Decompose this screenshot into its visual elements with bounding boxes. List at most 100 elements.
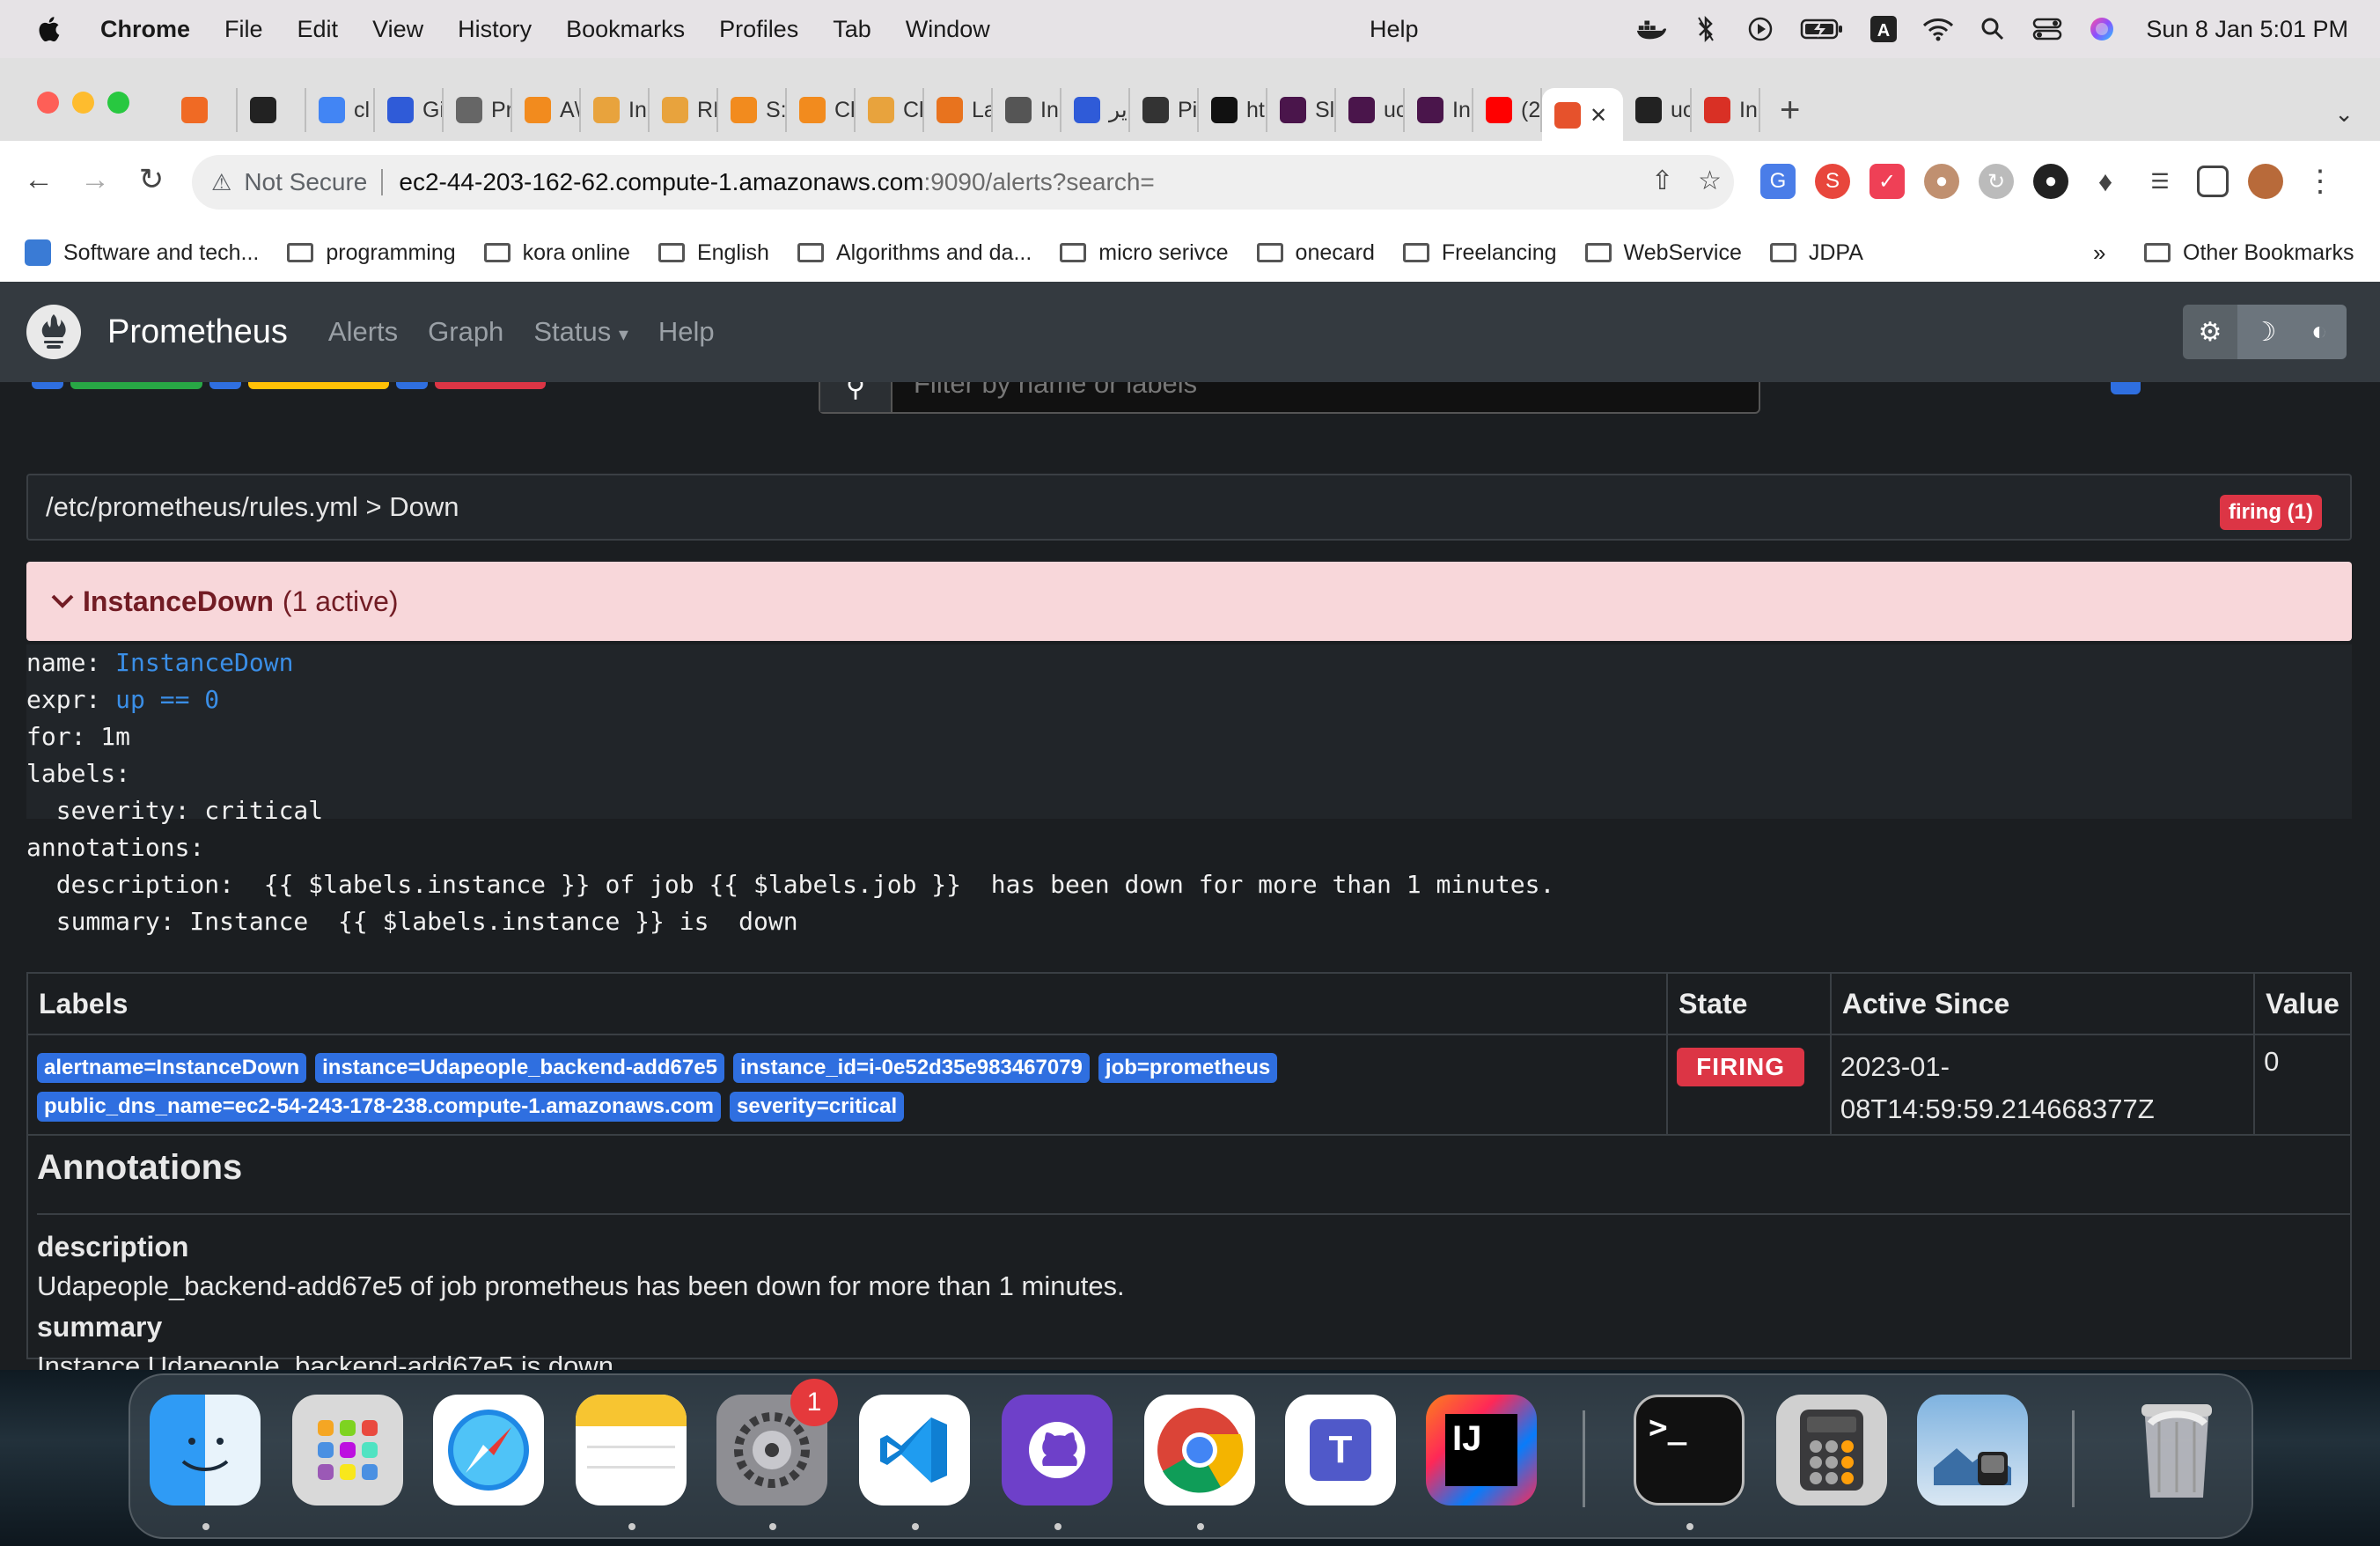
- side-panel-icon[interactable]: [2197, 166, 2229, 197]
- finder-icon[interactable]: [150, 1395, 261, 1506]
- browser-tab[interactable]: A\: [512, 88, 581, 132]
- browser-tab[interactable]: S:: [718, 88, 787, 132]
- browser-tab[interactable]: ✕: [1542, 88, 1623, 143]
- menu-view[interactable]: View: [372, 16, 423, 43]
- browser-tab[interactable]: (2: [1473, 88, 1542, 132]
- apple-icon[interactable]: [35, 15, 62, 43]
- browser-tab[interactable]: Pi: [1130, 88, 1199, 132]
- auto-theme-icon[interactable]: ◐: [2292, 305, 2347, 359]
- warning-icon[interactable]: ⚠: [211, 169, 231, 196]
- menu-bar-clock[interactable]: Sun 8 Jan 5:01 PM: [2146, 16, 2348, 43]
- alert-rule-toggle[interactable]: InstanceDown (1 active): [26, 562, 2352, 641]
- back-icon[interactable]: ←: [19, 160, 58, 199]
- browser-tab[interactable]: Cl: [856, 88, 924, 132]
- show-annotations-checkbox[interactable]: [2111, 382, 2141, 394]
- bookmark-folder-english[interactable]: English: [657, 240, 769, 266]
- control-center-icon[interactable]: [2031, 13, 2063, 45]
- bookmark-folder-kora-online[interactable]: kora online: [483, 240, 630, 266]
- minimize-window-button[interactable]: [72, 92, 94, 114]
- browser-tab[interactable]: ير: [1061, 88, 1130, 132]
- nav-graph[interactable]: Graph: [428, 316, 503, 348]
- docker-icon[interactable]: [1635, 13, 1667, 45]
- calculator-icon[interactable]: [1776, 1395, 1887, 1506]
- browser-tab[interactable]: In: [993, 88, 1061, 132]
- play-icon[interactable]: [1745, 13, 1776, 45]
- browser-tab[interactable]: [169, 88, 238, 132]
- tab-search-chevron-icon[interactable]: ⌄: [2334, 100, 2354, 128]
- extensions-puzzle-icon[interactable]: ♦: [2088, 164, 2123, 199]
- prometheus-logo-icon[interactable]: [26, 305, 81, 359]
- google-translate-icon[interactable]: G: [1760, 164, 1796, 199]
- browser-tab[interactable]: RI: [650, 88, 718, 132]
- bluetooth-icon[interactable]: [1690, 13, 1722, 45]
- menu-help[interactable]: Help: [1370, 16, 1419, 43]
- browser-tab[interactable]: uc: [1336, 88, 1405, 132]
- not-secure-label[interactable]: Not Secure: [244, 168, 367, 196]
- brand-title[interactable]: Prometheus: [107, 313, 288, 351]
- browser-tab[interactable]: cl: [306, 88, 375, 132]
- menu-app-name[interactable]: Chrome: [100, 16, 190, 43]
- bookmark-folder-algorithms[interactable]: Algorithms and da...: [797, 240, 1032, 266]
- bookmark-folder-micro-service[interactable]: micro serivce: [1060, 240, 1229, 266]
- browser-tab[interactable]: La: [924, 88, 993, 132]
- zoom-window-button[interactable]: [107, 92, 129, 114]
- menu-window[interactable]: Window: [906, 16, 990, 43]
- forward-icon[interactable]: →: [76, 160, 114, 199]
- nav-alerts[interactable]: Alerts: [328, 316, 398, 348]
- browser-tab[interactable]: Cl: [787, 88, 856, 132]
- bookmark-star-icon[interactable]: ☆: [1698, 166, 1722, 196]
- bookmark-software[interactable]: Software and tech...: [25, 239, 259, 266]
- browser-tab[interactable]: Pr: [444, 88, 512, 132]
- skillshare-extension-icon[interactable]: S: [1815, 164, 1850, 199]
- new-tab-button[interactable]: +: [1780, 91, 1800, 130]
- menu-tab[interactable]: Tab: [833, 16, 871, 43]
- browser-tab[interactable]: ht: [1199, 88, 1267, 132]
- nav-status-dropdown[interactable]: Status ▾: [533, 316, 628, 348]
- profile-avatar[interactable]: [2248, 164, 2283, 199]
- menu-file[interactable]: File: [224, 16, 263, 43]
- wifi-icon[interactable]: [1922, 13, 1954, 45]
- bookmark-folder-other[interactable]: Other Bookmarks: [2144, 224, 2354, 282]
- battery-icon[interactable]: [1799, 13, 1845, 45]
- nav-help[interactable]: Help: [658, 316, 715, 348]
- bookmark-folder-jdpa[interactable]: JDPA: [1769, 240, 1863, 266]
- vscode-icon[interactable]: [859, 1395, 970, 1506]
- github-desktop-icon[interactable]: [1002, 1395, 1113, 1506]
- safari-icon[interactable]: [433, 1395, 544, 1506]
- browser-tab[interactable]: In: [1692, 88, 1760, 132]
- reload-icon[interactable]: ↻: [132, 160, 171, 199]
- input-source-icon[interactable]: A: [1868, 13, 1899, 45]
- bookmark-folder-onecard[interactable]: onecard: [1256, 240, 1375, 266]
- chrome-icon[interactable]: [1144, 1395, 1255, 1506]
- bookmark-folder-webservice[interactable]: WebService: [1584, 240, 1742, 266]
- rule-expr-link[interactable]: up == 0: [115, 685, 219, 714]
- extension-dark-icon[interactable]: ●: [2033, 164, 2068, 199]
- menu-profiles[interactable]: Profiles: [719, 16, 798, 43]
- dark-theme-icon[interactable]: ☽: [2237, 305, 2292, 359]
- bookmarks-overflow-button[interactable]: »: [2093, 239, 2105, 267]
- light-theme-icon[interactable]: ⚙: [2183, 305, 2237, 359]
- browser-tab[interactable]: In: [1405, 88, 1473, 132]
- close-tab-icon[interactable]: ✕: [1590, 103, 1607, 129]
- menu-edit[interactable]: Edit: [298, 16, 339, 43]
- chrome-menu-icon[interactable]: ⋮: [2303, 164, 2338, 199]
- pocket-icon[interactable]: ✓: [1869, 164, 1905, 199]
- trash-icon[interactable]: [2121, 1395, 2232, 1506]
- rule-name-link[interactable]: InstanceDown: [115, 648, 293, 677]
- share-icon[interactable]: ⇧: [1651, 166, 1673, 196]
- browser-tab[interactable]: Gi: [375, 88, 444, 132]
- notes-icon[interactable]: [576, 1395, 687, 1506]
- address-bar[interactable]: ⚠ Not Secure ec2-44-203-162-62.compute-1…: [192, 155, 1734, 210]
- extension-refresh-icon[interactable]: ↻: [1979, 164, 2014, 199]
- browser-tab[interactable]: In: [581, 88, 650, 132]
- browser-tab[interactable]: uc: [1623, 88, 1692, 132]
- bookmark-folder-programming[interactable]: programming: [287, 240, 456, 266]
- preview-icon[interactable]: [1917, 1395, 2028, 1506]
- bookmark-folder-freelancing[interactable]: Freelancing: [1402, 240, 1557, 266]
- browser-tab[interactable]: Sl: [1267, 88, 1336, 132]
- browser-tab[interactable]: [238, 88, 306, 132]
- intellij-icon[interactable]: IJ: [1426, 1395, 1537, 1506]
- siri-icon[interactable]: [2086, 13, 2118, 45]
- launchpad-icon[interactable]: [292, 1395, 403, 1506]
- extension-owl-icon[interactable]: ●: [1924, 164, 1959, 199]
